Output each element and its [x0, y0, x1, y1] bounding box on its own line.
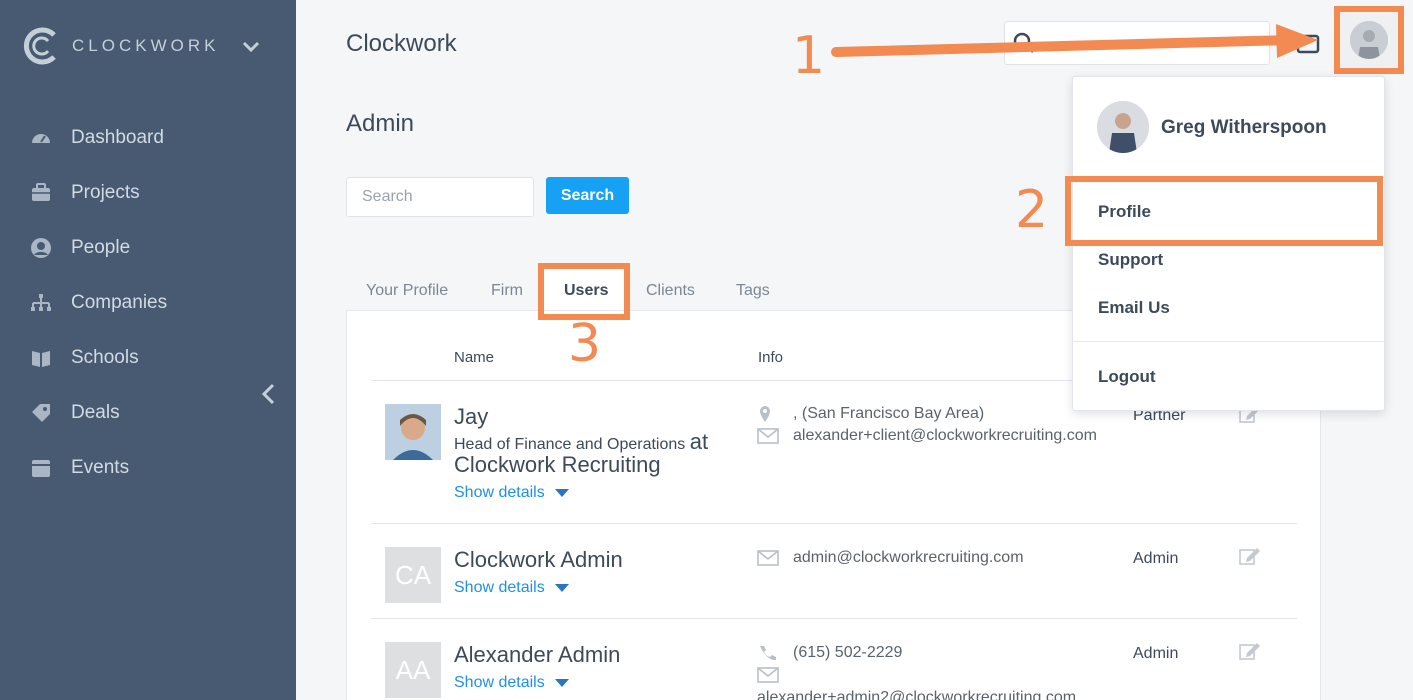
sidebar-item-companies[interactable]: Companies [0, 275, 296, 330]
person-icon [31, 237, 51, 258]
edit-icon[interactable] [1239, 641, 1261, 661]
avatar [1097, 101, 1149, 153]
caret-down-icon [554, 679, 569, 687]
user-name[interactable]: Alexander Admin [454, 642, 620, 668]
global-search-input[interactable] [1004, 21, 1270, 65]
tag-icon [32, 403, 50, 422]
show-details-link[interactable]: Show details [454, 674, 569, 692]
admin-search-input[interactable] [346, 177, 534, 217]
dropdown-divider [1073, 341, 1384, 342]
avatar [1350, 21, 1388, 59]
search-icon [1013, 32, 1034, 53]
annotation-step-3: 3 [568, 314, 602, 374]
user-name[interactable]: Clockwork Admin [454, 547, 623, 573]
user-email: admin@clockworkrecruiting.com [757, 549, 1024, 567]
user-avatar-icon [1350, 21, 1388, 59]
search-button[interactable]: Search [546, 177, 629, 214]
tab-firm[interactable]: Firm [491, 282, 523, 300]
envelope-icon [757, 428, 779, 444]
tab-your-profile[interactable]: Your Profile [366, 282, 448, 300]
sidebar-item-deals[interactable]: Deals [0, 385, 296, 440]
book-icon [32, 350, 50, 367]
envelope-icon [757, 550, 779, 566]
avatar-initials[interactable]: AA [385, 642, 441, 698]
user-phone: (615) 502-2229 [757, 644, 902, 662]
column-header-info: Info [758, 349, 784, 366]
sidebar-item-label: Events [71, 456, 130, 478]
user-company: Clockwork Recruiting [454, 452, 661, 477]
sidebar-item-people[interactable]: People [0, 220, 296, 275]
sidebar-item-label: Deals [71, 401, 120, 423]
user-role: Admin [1133, 550, 1179, 567]
clockwork-logo-icon [23, 27, 56, 65]
sidebar-item-label: Projects [71, 181, 140, 203]
dropdown-user-name: Greg Witherspoon [1161, 117, 1327, 138]
sidebar-item-schools[interactable]: Schools [0, 330, 296, 385]
column-header-name: Name [454, 349, 495, 366]
user-email: alexander+admin2@clockworkrecruiting.com [757, 689, 1077, 700]
sidebar-item-label: People [71, 236, 131, 258]
org-chart-icon [31, 293, 51, 311]
user-title-at: at [689, 429, 709, 454]
calendar-icon [32, 459, 50, 477]
phone-icon [760, 646, 776, 661]
show-details-label: Show details [454, 674, 545, 691]
sidebar-item-label: Dashboard [71, 126, 164, 148]
show-details-link[interactable]: Show details [454, 484, 569, 502]
table-row: AA Alexander Admin Show details (615) 50… [347, 619, 1320, 700]
mail-icon[interactable] [1296, 33, 1320, 55]
show-details-link[interactable]: Show details [454, 579, 569, 597]
user-email: alexander+client@clockworkrecruiting.com [757, 427, 1097, 445]
annotation-step-1: 1 [792, 26, 826, 86]
table-row: CA Clockwork Admin Show details admin@cl… [347, 524, 1320, 618]
envelope-icon [757, 667, 779, 683]
show-details-label: Show details [454, 484, 545, 501]
brand-name: CLOCKWORK [72, 36, 220, 55]
sidebar-nav: Dashboard Projects People Companies Scho… [0, 110, 296, 495]
location-pin-icon [760, 406, 770, 422]
user-email-icon-line [757, 666, 793, 684]
tab-clients[interactable]: Clients [646, 282, 695, 300]
briefcase-icon [32, 182, 50, 201]
avatar-initials[interactable]: CA [385, 547, 441, 603]
sidebar-item-dashboard[interactable]: Dashboard [0, 110, 296, 165]
brand[interactable]: CLOCKWORK [22, 26, 260, 66]
annotation-step-2: 2 [1015, 180, 1049, 240]
user-phone-text: (615) 502-2229 [793, 644, 903, 661]
chevron-left-icon[interactable] [258, 381, 280, 407]
dropdown-divider [1073, 177, 1384, 178]
user-menu-button[interactable] [1334, 6, 1404, 74]
page-title: Clockwork [346, 30, 457, 57]
user-email-text: admin@clockworkrecruiting.com [793, 549, 1024, 566]
menu-item-profile[interactable]: Profile [1098, 202, 1151, 222]
sidebar: CLOCKWORK Dashboard Projects People Comp… [0, 0, 296, 700]
sidebar-item-events[interactable]: Events [0, 440, 296, 495]
user-location: , (San Francisco Bay Area) [757, 405, 984, 423]
sidebar-item-projects[interactable]: Projects [0, 165, 296, 220]
dashboard-icon [32, 133, 50, 143]
user-email-text: alexander+client@clockworkrecruiting.com [793, 427, 1097, 444]
user-location-text: , (San Francisco Bay Area) [793, 405, 985, 422]
user-avatar-icon [1097, 101, 1149, 153]
avatar[interactable] [385, 404, 441, 460]
caret-down-icon [554, 489, 569, 497]
menu-item-logout[interactable]: Logout [1098, 367, 1156, 387]
user-photo-icon [385, 404, 441, 460]
admin-title: Admin [346, 110, 415, 137]
menu-item-support[interactable]: Support [1098, 250, 1163, 270]
caret-down-icon [554, 584, 569, 592]
chevron-down-icon[interactable] [240, 36, 262, 58]
user-title-text: Head of Finance and Operations [454, 436, 686, 453]
sidebar-item-label: Companies [71, 291, 168, 313]
tab-tags[interactable]: Tags [736, 282, 770, 300]
user-name[interactable]: Jay [454, 404, 488, 430]
sidebar-item-label: Schools [71, 346, 139, 368]
show-details-label: Show details [454, 579, 545, 596]
edit-icon[interactable] [1239, 546, 1261, 566]
tab-users[interactable]: Users [564, 282, 608, 300]
user-dropdown-menu: Greg Witherspoon Profile Support Email U… [1065, 76, 1385, 411]
user-role: Admin [1133, 645, 1179, 662]
menu-item-email-us[interactable]: Email Us [1098, 298, 1170, 318]
